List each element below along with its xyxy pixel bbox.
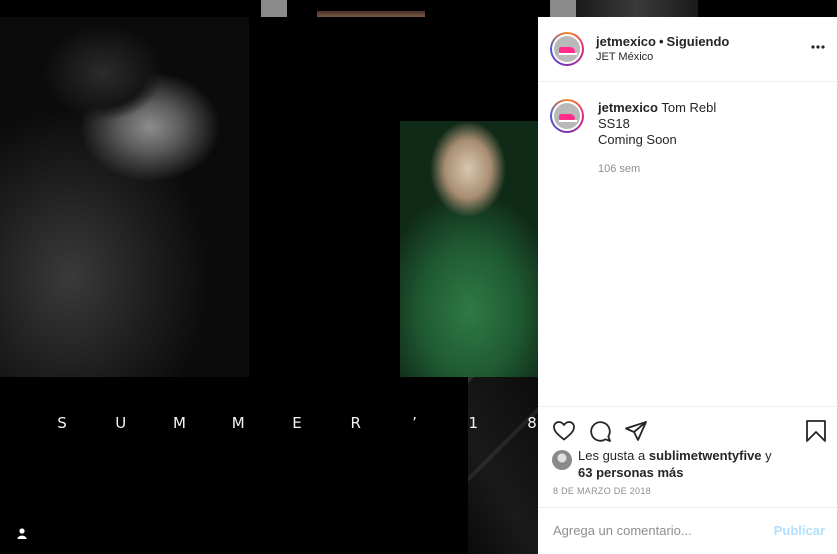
post-header: jetmexico • Siguiendo JET México — [538, 17, 837, 82]
comment-line: Coming Soon — [598, 132, 677, 147]
follow-status[interactable]: Siguiendo — [667, 34, 730, 49]
caption-letter: U — [115, 414, 127, 432]
likes-text: Les gusta a sublimetwentyfive y 63 perso… — [578, 447, 828, 481]
post-date[interactable]: 8 DE MARZO DE 2018 — [553, 486, 651, 496]
sneaker-avatar-image — [554, 36, 580, 62]
caption-letter: E — [292, 414, 302, 432]
hat-shape — [28, 25, 168, 125]
user-tag-icon[interactable] — [14, 525, 30, 541]
caption-letter: ’ — [412, 414, 417, 432]
share-icon[interactable] — [624, 419, 648, 443]
top-strip-right-gray — [550, 0, 576, 17]
avatar[interactable] — [550, 32, 584, 66]
post-sidebar: jetmexico • Siguiendo JET México jetmexico… — [538, 17, 837, 554]
caption-letter: S — [57, 414, 67, 432]
caption-letter: 8 — [527, 414, 537, 432]
more-options-icon[interactable] — [811, 40, 825, 50]
comment-line: SS18 — [598, 116, 630, 131]
comment-text: jetmexico Tom Rebl SS18 Coming Soon — [598, 100, 716, 148]
header-username-line: jetmexico • Siguiendo — [596, 34, 729, 49]
top-strip-mid — [317, 0, 425, 17]
photo-woman-green-dress — [400, 121, 538, 377]
likes-connector: y — [765, 448, 772, 463]
comment-line: Tom Rebl — [661, 100, 717, 115]
caption-letter: M — [231, 414, 245, 432]
top-strip-right-photo — [576, 0, 698, 17]
marble-texture — [468, 377, 538, 554]
caption-letter: R — [350, 414, 361, 432]
action-bar — [538, 406, 837, 450]
summer-caption: S U M M E R ’ 1 8 — [52, 414, 538, 432]
bookmark-icon[interactable] — [804, 419, 828, 443]
likes-count-button[interactable]: 63 personas más — [578, 465, 684, 480]
top-strip-left — [261, 0, 287, 17]
comment-timestamp[interactable]: 106 sem — [598, 163, 640, 175]
sneaker-avatar-image — [554, 103, 580, 129]
location-link[interactable]: JET México — [596, 51, 653, 63]
comment-username[interactable]: jetmexico — [598, 100, 658, 115]
liker-avatar[interactable] — [552, 450, 572, 470]
add-comment-box: Agrega un comentario... Publicar — [538, 507, 837, 554]
separator-dot: • — [658, 34, 664, 49]
photo-man-with-hat — [0, 17, 249, 377]
header-username[interactable]: jetmexico — [596, 34, 656, 49]
likes-prefix: Les gusta a — [578, 448, 646, 463]
comment-icon[interactable] — [588, 419, 612, 443]
comment-avatar[interactable] — [550, 99, 584, 133]
comment-input[interactable]: Agrega un comentario... — [553, 523, 692, 538]
post-media[interactable]: S U M M E R ’ 1 8 — [0, 0, 538, 554]
liker-username[interactable]: sublimetwentyfive — [649, 448, 762, 463]
publish-button[interactable]: Publicar — [774, 523, 825, 538]
caption-letter: M — [173, 414, 186, 432]
heart-icon[interactable] — [552, 419, 576, 443]
caption-letter: 1 — [468, 414, 479, 432]
